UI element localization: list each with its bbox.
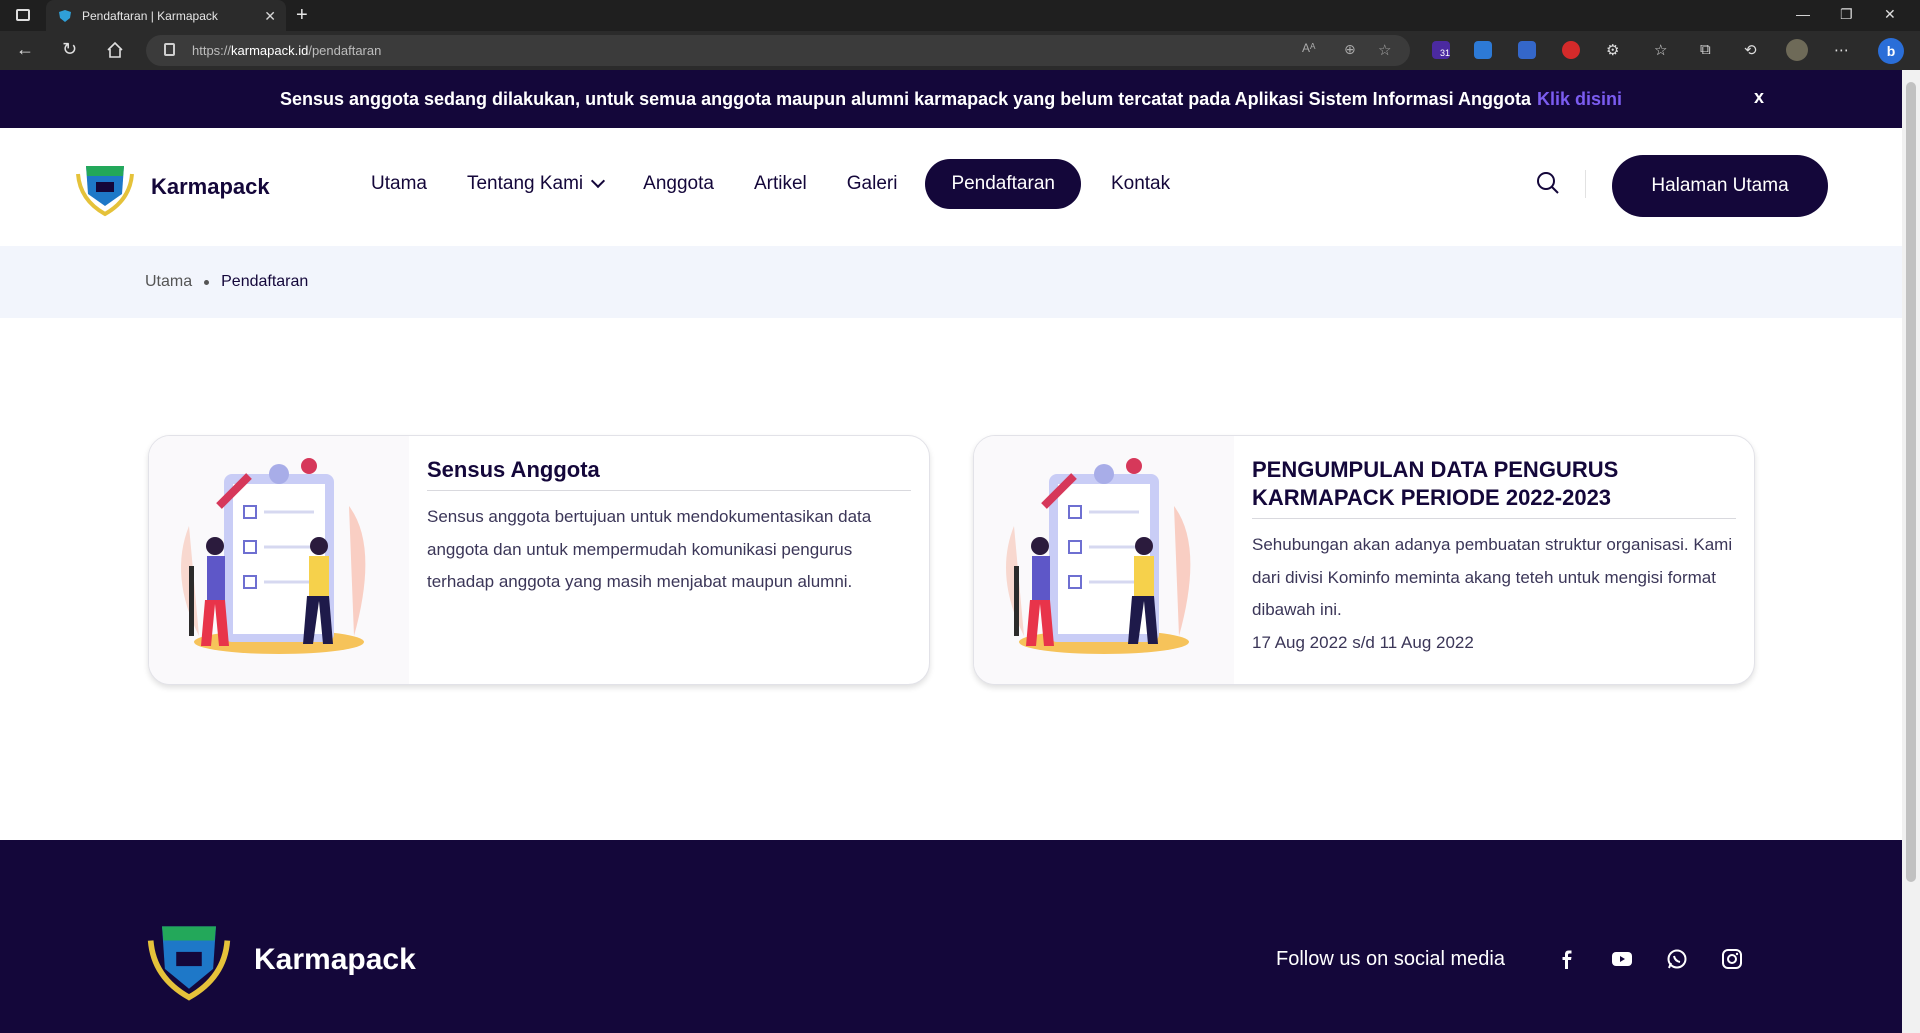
nav-item-kontak[interactable]: Kontak (1111, 173, 1170, 195)
nav-item-artikel[interactable]: Artikel (754, 173, 807, 195)
nav-item-pendaftaran[interactable]: Pendaftaran (925, 159, 1081, 209)
card-body: Sensus Anggota Sensus anggota bertujuan … (427, 456, 911, 599)
minimize-icon[interactable]: — (1796, 6, 1810, 22)
registration-illustration (149, 436, 409, 684)
youtube-icon[interactable] (1611, 948, 1633, 970)
adblock-extension-icon[interactable] (1562, 41, 1580, 59)
brand-name[interactable]: Karmapack (151, 174, 270, 200)
chevron-down-icon (591, 173, 606, 189)
tab-title: Pendaftaran | Karmapack (82, 8, 218, 23)
card-title[interactable]: PENGUMPULAN DATA PENGURUS KARMAPACK PERI… (1252, 456, 1736, 519)
site-header: Karmapack Utama Tentang Kami Anggota Art… (0, 128, 1902, 246)
window-close-icon[interactable]: ✕ (1884, 6, 1896, 23)
breadcrumb-current: Pendaftaran (221, 273, 309, 290)
new-tab-icon[interactable]: + (296, 4, 308, 27)
search-icon[interactable] (1536, 171, 1560, 195)
instagram-icon[interactable] (1721, 948, 1743, 970)
banner-close-button[interactable]: x (1754, 87, 1764, 108)
banner-link[interactable]: Klik disini (1537, 89, 1622, 110)
breadcrumb-separator (204, 279, 210, 285)
nav-item-utama[interactable]: Utama (371, 173, 427, 195)
history-icon[interactable]: ⟲ (1744, 41, 1762, 59)
footer-brand: Karmapack (254, 943, 416, 976)
address-bar: ← ↻ https://karmapack.id/pendaftaran Aᴬ … (0, 31, 1920, 70)
header-divider (1585, 170, 1586, 198)
back-icon[interactable]: ← (16, 39, 34, 60)
calendar-extension-icon[interactable]: 31 (1432, 41, 1450, 59)
lock-icon (164, 43, 175, 56)
site-footer: Karmapack Follow us on social media (0, 840, 1902, 1033)
home-icon[interactable] (106, 41, 124, 59)
browser-tab[interactable]: Pendaftaran | Karmapack ✕ (46, 0, 286, 31)
extension-icon[interactable] (1518, 41, 1536, 59)
breadcrumb: Utama Pendaftaran (0, 246, 1902, 318)
url-host: karmapack.id (231, 43, 309, 58)
collections-icon[interactable]: ⧉ (1700, 41, 1718, 59)
card-description: Sensus anggota bertujuan untuk mendokume… (427, 507, 872, 591)
card-sensus-anggota[interactable]: Sensus Anggota Sensus anggota bertujuan … (148, 435, 930, 685)
favorites-icon[interactable]: ☆ (1654, 41, 1672, 59)
facebook-icon[interactable] (1556, 948, 1578, 970)
halaman-utama-button[interactable]: Halaman Utama (1612, 155, 1828, 217)
card-body: PENGUMPULAN DATA PENGURUS KARMAPACK PERI… (1252, 456, 1736, 659)
zoom-icon[interactable]: ⊕ (1344, 41, 1362, 59)
main-nav: Utama Tentang Kami Anggota Artikel Galer… (371, 158, 1210, 210)
card-date: 17 Aug 2022 s/d 11 Aug 2022 (1252, 632, 1474, 652)
card-pengumpulan-data[interactable]: PENGUMPULAN DATA PENGURUS KARMAPACK PERI… (973, 435, 1755, 685)
url-path: /pendaftaran (308, 43, 382, 58)
breadcrumb-home[interactable]: Utama (145, 273, 192, 291)
page: Sensus anggota sedang dilakukan, untuk s… (0, 70, 1902, 1033)
card-description: Sehubungan akan adanya pembuatan struktu… (1252, 535, 1733, 619)
favorite-add-icon[interactable]: ☆ (1378, 41, 1396, 59)
nav-item-anggota[interactable]: Anggota (643, 173, 714, 195)
restore-icon[interactable]: ❐ (1840, 6, 1853, 23)
nav-item-tentang-kami[interactable]: Tentang Kami (467, 173, 606, 195)
page-scrollbar[interactable] (1902, 70, 1920, 1033)
refresh-icon[interactable]: ↻ (62, 39, 77, 60)
bing-icon[interactable]: b (1878, 38, 1904, 64)
nav-item-galeri[interactable]: Galeri (847, 173, 898, 195)
more-icon[interactable]: ⋯ (1834, 41, 1852, 59)
profile-avatar[interactable] (1786, 39, 1808, 61)
url-field[interactable]: https://karmapack.id/pendaftaran (146, 35, 1410, 66)
announcement-banner: Sensus anggota sedang dilakukan, untuk s… (0, 70, 1902, 128)
extensions-icon[interactable]: ⚙ (1606, 41, 1624, 59)
whatsapp-icon[interactable] (1666, 948, 1688, 970)
follow-text: Follow us on social media (1276, 948, 1505, 970)
tab-actions-icon[interactable] (16, 9, 30, 21)
close-tab-icon[interactable]: ✕ (264, 8, 276, 25)
banner-text: Sensus anggota sedang dilakukan, untuk s… (280, 88, 1531, 109)
read-aloud-icon[interactable]: Aᴬ (1302, 41, 1320, 59)
scrollbar-thumb[interactable] (1906, 82, 1916, 882)
favicon-icon (59, 9, 71, 22)
browser-tabbar: Pendaftaran | Karmapack ✕ + — ❐ ✕ (0, 0, 1920, 31)
translate-extension-icon[interactable] (1474, 41, 1492, 59)
registration-illustration (974, 436, 1234, 684)
footer-logo (147, 926, 231, 1001)
url-scheme: https:// (192, 43, 232, 58)
karmapack-logo[interactable] (74, 156, 136, 218)
card-title[interactable]: Sensus Anggota (427, 456, 911, 491)
